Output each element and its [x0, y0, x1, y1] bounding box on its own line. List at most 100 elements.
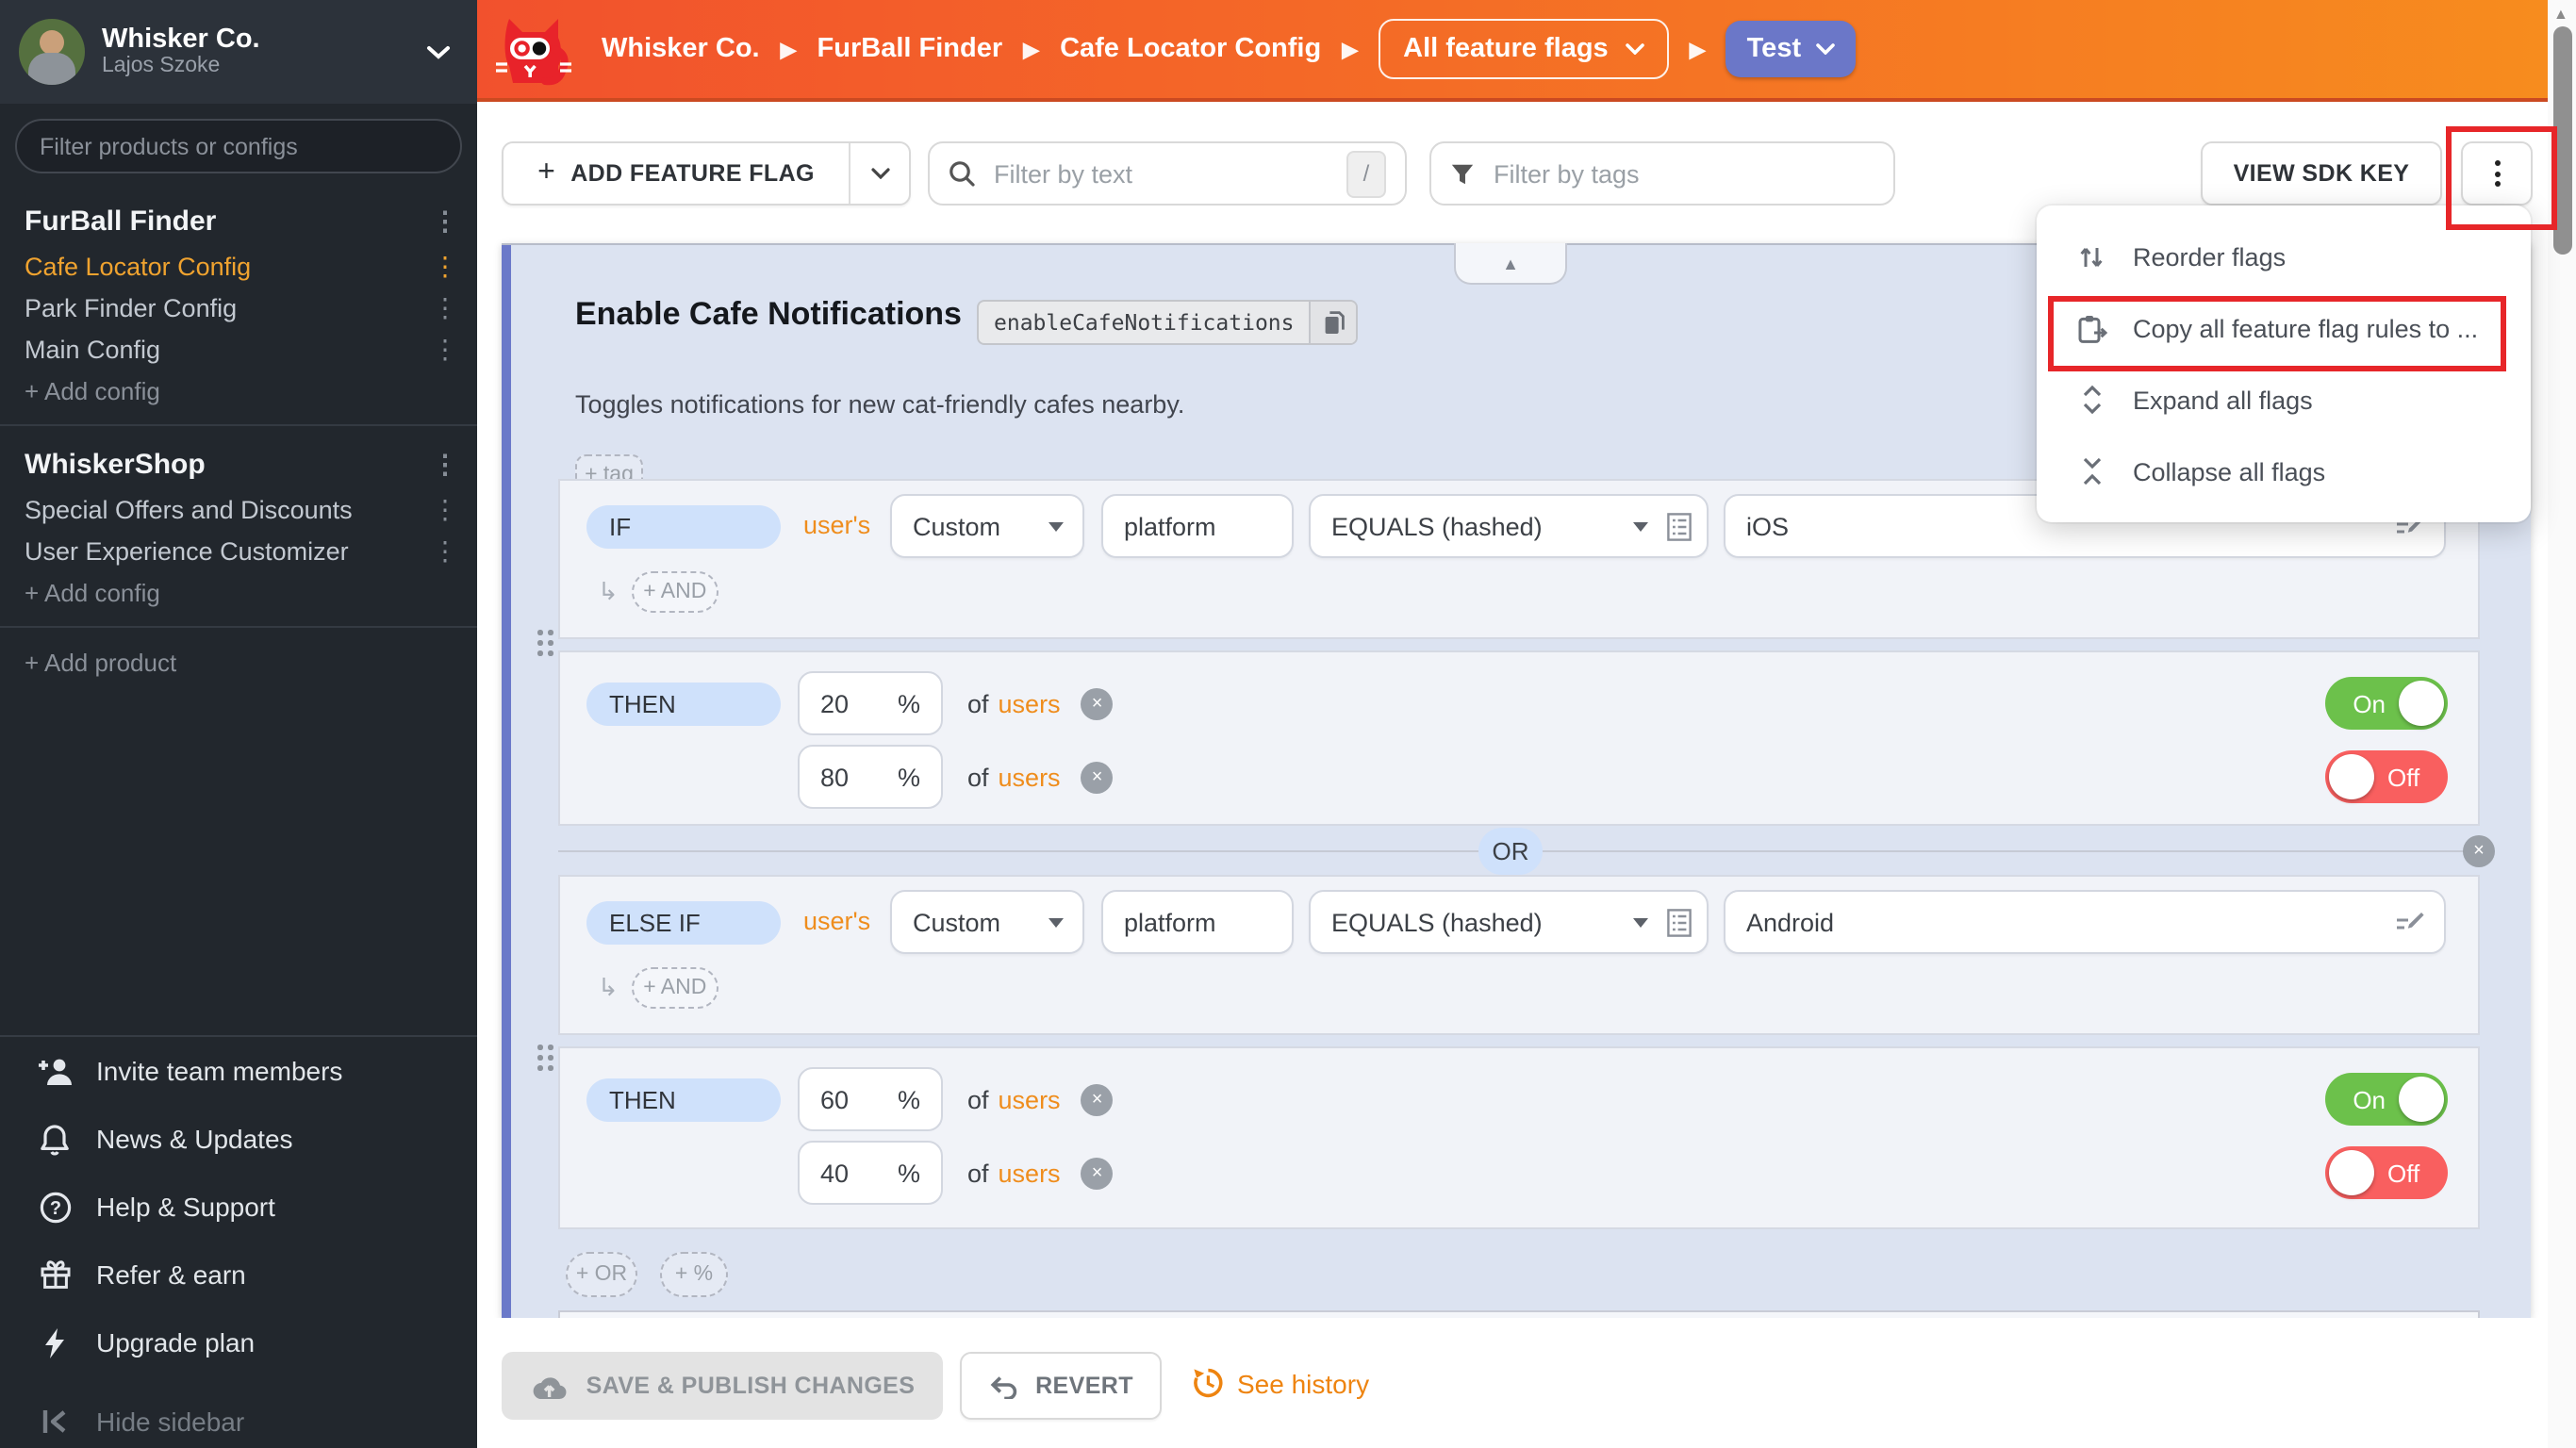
sidebar: Whisker Co. Lajos Szoke FurBall Finder ⋮…	[0, 0, 477, 1448]
company-name: Whisker Co.	[102, 24, 260, 55]
filter-by-tags-input[interactable]	[1490, 157, 1874, 189]
funnel-icon	[1450, 161, 1475, 186]
help-support[interactable]: ? Help & Support	[0, 1173, 477, 1241]
remove-percentage-button[interactable]: ×	[1082, 687, 1114, 719]
rule-keyword: ELSE IF	[586, 901, 781, 945]
sidebar-item-cafe-locator-config[interactable]: Cafe Locator Config ⋮	[0, 245, 477, 287]
percentage-input[interactable]: 40 %	[798, 1141, 943, 1205]
serve-on-toggle[interactable]: On	[2325, 677, 2448, 730]
add-and-condition-button[interactable]: + AND	[632, 571, 718, 613]
revert-button[interactable]: REVERT	[960, 1352, 1162, 1420]
chevron-down-icon	[870, 168, 889, 179]
sidebar-item-ux-customizer[interactable]: User Experience Customizer ⋮	[0, 530, 477, 571]
invite-team-members[interactable]: Invite team members	[0, 1037, 477, 1105]
kebab-icon[interactable]: ⋮	[432, 336, 458, 362]
scroll-up-arrow[interactable]: ▲	[2553, 6, 2568, 23]
scrollbar-thumb[interactable]	[2552, 26, 2571, 255]
attribute-type-select[interactable]: Custom	[890, 494, 1084, 558]
users-link[interactable]: users	[999, 763, 1061, 791]
person-add-icon	[34, 1056, 75, 1086]
percentage-input[interactable]: 60 %	[798, 1067, 943, 1131]
sidebar-filter-input[interactable]	[15, 119, 462, 173]
sidebar-item-main-config[interactable]: Main Config ⋮	[0, 328, 477, 370]
percentage-input[interactable]: 80 %	[798, 745, 943, 809]
rule-subject: user's	[803, 907, 870, 935]
filter-by-text-field[interactable]: /	[928, 141, 1407, 206]
serve-off-toggle[interactable]: Off	[2325, 1146, 2448, 1199]
sidebar-product-whiskershop[interactable]: WhiskerShop ⋮	[0, 439, 477, 488]
add-feature-flag-button[interactable]: + ADD FEATURE FLAG	[502, 141, 911, 206]
toggle-knob	[2399, 681, 2444, 726]
drag-handle[interactable]	[537, 1045, 554, 1071]
list-icon	[1667, 908, 1692, 936]
chevron-down-icon	[1633, 521, 1648, 531]
add-product-button[interactable]: + Add product	[0, 641, 477, 683]
scrollbar[interactable]: ▲	[2548, 0, 2576, 1448]
comparison-value-input[interactable]: Android	[1724, 890, 2446, 954]
app-root: Whisker Co. Lajos Szoke FurBall Finder ⋮…	[0, 0, 2576, 1448]
remove-percentage-button[interactable]: ×	[1082, 1157, 1114, 1189]
clipboard-copy-icon	[2074, 312, 2108, 344]
add-and-condition-button[interactable]: + AND	[632, 967, 718, 1009]
flag-title: Enable Cafe Notifications	[575, 296, 962, 334]
toolbar	[477, 0, 2548, 141]
add-config-button[interactable]: + Add config	[0, 370, 477, 411]
add-or-rule-button[interactable]: + OR	[566, 1252, 637, 1297]
bolt-icon	[34, 1326, 75, 1358]
kebab-icon[interactable]: ⋮	[432, 253, 458, 279]
flags-overflow-menu-button[interactable]	[2461, 141, 2533, 206]
kebab-icon[interactable]: ⋮	[432, 537, 458, 564]
comparator-select[interactable]: EQUALS (hashed)	[1309, 890, 1709, 954]
users-link[interactable]: users	[999, 1159, 1061, 1187]
serve-on-toggle[interactable]: On	[2325, 1073, 2448, 1126]
add-feature-flag-menu-button[interactable]	[849, 143, 909, 204]
account-switcher[interactable]: Whisker Co. Lajos Szoke	[0, 0, 477, 104]
kebab-icon[interactable]: ⋮	[432, 207, 458, 234]
remove-rule-button[interactable]: ×	[2463, 835, 2495, 867]
branch-arrow-icon: ↳	[598, 973, 619, 1003]
add-config-button[interactable]: + Add config	[0, 571, 477, 613]
users-link[interactable]: users	[999, 1085, 1061, 1113]
menu-item-expand-all-flags[interactable]: Expand all flags	[2037, 364, 2531, 436]
menu-item-copy-all-rules[interactable]: Copy all feature flag rules to ...	[2037, 292, 2531, 364]
copy-key-button[interactable]	[1310, 302, 1357, 343]
add-percentage-button[interactable]: + %	[660, 1252, 728, 1297]
attribute-name-input[interactable]: platform	[1101, 494, 1294, 558]
help-icon: ?	[34, 1191, 75, 1223]
percentage-input[interactable]: 20 %	[798, 671, 943, 735]
comparator-select[interactable]: EQUALS (hashed)	[1309, 494, 1709, 558]
triangle-up-icon: ▲	[1502, 254, 1519, 272]
see-history-link[interactable]: See history	[1192, 1367, 1369, 1399]
drag-handle[interactable]	[537, 630, 554, 656]
avatar	[19, 19, 85, 85]
kebab-icon[interactable]: ⋮	[432, 294, 458, 321]
hide-sidebar-button[interactable]: Hide sidebar	[0, 1388, 511, 1448]
menu-item-reorder-flags[interactable]: Reorder flags	[2037, 221, 2531, 292]
filter-by-text-input[interactable]	[990, 157, 1331, 189]
kebab-icon	[2494, 160, 2500, 166]
save-publish-button[interactable]: SAVE & PUBLISH CHANGES	[502, 1352, 943, 1420]
menu-item-collapse-all-flags[interactable]: Collapse all flags	[2037, 436, 2531, 507]
news-updates[interactable]: News & Updates	[0, 1105, 477, 1173]
filter-by-tags-field[interactable]	[1429, 141, 1895, 206]
kebab-icon[interactable]: ⋮	[432, 451, 458, 477]
targeting-rule-2: ELSE IF user's Custom platform EQUALS (h…	[558, 875, 2480, 1035]
attribute-name-input[interactable]: platform	[1101, 890, 1294, 954]
collapse-card-button[interactable]: ▲	[1454, 243, 1567, 285]
attribute-type-select[interactable]: Custom	[890, 890, 1084, 954]
cloud-upload-icon	[530, 1372, 568, 1400]
refer-earn[interactable]: Refer & earn	[0, 1241, 477, 1308]
upgrade-plan[interactable]: Upgrade plan	[0, 1308, 477, 1376]
sidebar-item-special-offers[interactable]: Special Offers and Discounts ⋮	[0, 488, 477, 530]
kebab-icon[interactable]: ⋮	[432, 496, 458, 522]
users-link[interactable]: users	[999, 689, 1061, 717]
sidebar-item-park-finder-config[interactable]: Park Finder Config ⋮	[0, 287, 477, 328]
remove-percentage-button[interactable]: ×	[1082, 761, 1114, 793]
remove-percentage-button[interactable]: ×	[1082, 1083, 1114, 1115]
card-accent-bar	[502, 245, 511, 1320]
collapse-sidebar-icon	[34, 1408, 75, 1435]
view-sdk-key-button[interactable]: VIEW SDK KEY	[2201, 141, 2442, 206]
svg-text:?: ?	[49, 1197, 60, 1218]
serve-off-toggle[interactable]: Off	[2325, 750, 2448, 803]
sidebar-product-furball[interactable]: FurBall Finder ⋮	[0, 196, 477, 245]
